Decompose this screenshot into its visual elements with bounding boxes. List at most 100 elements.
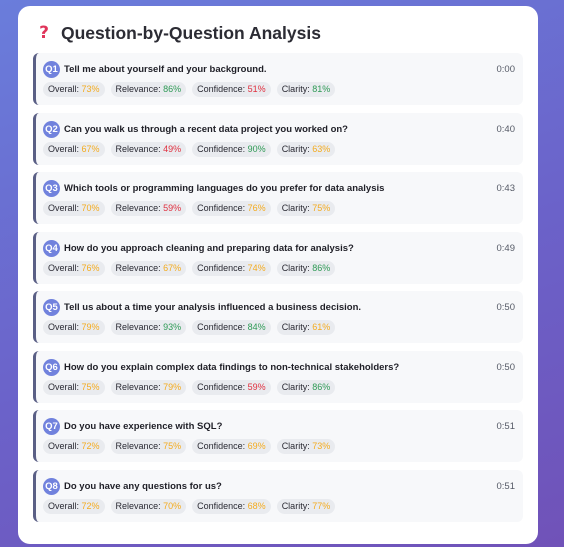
analysis-card: ? Question-by-Question Analysis Q1 Tell …	[18, 6, 538, 544]
question-number-badge: Q8	[43, 477, 60, 495]
question-text: How do you explain complex data findings…	[64, 361, 400, 373]
overall-value: 73%	[81, 84, 100, 94]
clarity-score-pill: Clarity: 61%	[276, 320, 336, 335]
score-row: Overall: 72% Relevance: 75% Confidence: …	[43, 439, 515, 454]
relevance-label: Relevance:	[115, 441, 161, 451]
clarity-score-pill: Clarity: 63%	[276, 141, 336, 157]
score-row: Overall: 73% Relevance: 86% Confidence: …	[43, 82, 515, 97]
question-header: Q3 Which tools or programming languages …	[43, 180, 515, 197]
question-header: Q2 Can you walk us through a recent data…	[43, 120, 515, 138]
confidence-score-pill: Confidence: 59%	[192, 379, 271, 395]
confidence-value: 51%	[247, 84, 266, 94]
score-row: Overall: 72% Relevance: 70% Confidence: …	[43, 498, 515, 514]
relevance-value: 70%	[163, 500, 182, 511]
question-item[interactable]: Q2 Can you walk us through a recent data…	[33, 112, 523, 165]
clarity-label: Clarity:	[281, 143, 310, 154]
relevance-label: Relevance:	[115, 500, 161, 511]
clarity-value: 73%	[312, 441, 331, 451]
relevance-value: 79%	[163, 381, 182, 392]
card-header: ? Question-by-Question Analysis	[33, 24, 523, 42]
relevance-score-pill: Relevance: 49%	[110, 141, 187, 157]
question-item[interactable]: Q8 Do you have any questions for us? 0:5…	[33, 469, 523, 522]
overall-score-pill: Overall: 70%	[43, 201, 105, 216]
overall-label: Overall:	[48, 381, 80, 392]
confidence-value: 84%	[247, 322, 266, 332]
confidence-value: 68%	[247, 500, 266, 511]
relevance-value: 67%	[163, 262, 182, 273]
clarity-label: Clarity:	[281, 441, 310, 451]
overall-value: 72%	[81, 500, 100, 511]
confidence-score-pill: Confidence: 68%	[192, 498, 271, 514]
confidence-label: Confidence:	[197, 84, 246, 94]
clarity-value: 63%	[312, 143, 331, 154]
overall-label: Overall:	[48, 203, 80, 213]
clarity-value: 61%	[312, 322, 331, 332]
clarity-label: Clarity:	[281, 84, 310, 94]
card-title: Question-by-Question Analysis	[61, 23, 321, 43]
clarity-value: 75%	[312, 203, 331, 213]
clarity-label: Clarity:	[281, 381, 310, 392]
question-number-badge: Q1	[43, 61, 60, 78]
question-item[interactable]: Q5 Tell us about a time your analysis in…	[33, 291, 523, 343]
overall-value: 72%	[81, 441, 100, 451]
confidence-value: 59%	[247, 381, 266, 392]
relevance-score-pill: Relevance: 75%	[110, 439, 187, 454]
confidence-label: Confidence:	[197, 143, 246, 154]
confidence-score-pill: Confidence: 51%	[192, 82, 271, 97]
confidence-label: Confidence:	[197, 322, 246, 332]
overall-value: 70%	[81, 203, 100, 213]
question-item[interactable]: Q6 How do you explain complex data findi…	[33, 350, 523, 403]
question-number-badge: Q7	[43, 418, 60, 435]
overall-label: Overall:	[48, 143, 80, 154]
clarity-score-pill: Clarity: 86%	[276, 379, 336, 395]
question-number-badge: Q6	[43, 358, 60, 376]
clarity-score-pill: Clarity: 81%	[276, 82, 336, 97]
question-item[interactable]: Q4 How do you approach cleaning and prep…	[33, 231, 523, 284]
relevance-score-pill: Relevance: 67%	[110, 260, 187, 276]
question-text: Tell us about a time your analysis influ…	[64, 302, 362, 313]
question-number-badge: Q4	[43, 239, 60, 257]
relevance-label: Relevance:	[115, 381, 161, 392]
clarity-value: 77%	[312, 500, 331, 511]
confidence-score-pill: Confidence: 90%	[192, 141, 271, 157]
overall-score-pill: Overall: 75%	[43, 379, 105, 395]
question-text: Do you have experience with SQL?	[64, 421, 223, 432]
relevance-value: 93%	[163, 322, 182, 332]
confidence-score-pill: Confidence: 69%	[192, 439, 271, 454]
relevance-score-pill: Relevance: 70%	[110, 498, 187, 514]
question-text: How do you approach cleaning and prepari…	[64, 242, 354, 254]
question-timestamp: 0:50	[496, 361, 516, 373]
overall-value: 76%	[81, 262, 100, 273]
overall-value: 67%	[81, 143, 100, 154]
clarity-score-pill: Clarity: 73%	[276, 439, 336, 454]
question-timestamp: 0:51	[496, 480, 516, 492]
question-item[interactable]: Q1 Tell me about yourself and your backg…	[33, 53, 523, 105]
relevance-label: Relevance:	[115, 84, 161, 94]
clarity-value: 86%	[312, 381, 331, 392]
question-timestamp: 0:50	[496, 302, 516, 313]
overall-label: Overall:	[48, 441, 80, 451]
clarity-value: 86%	[312, 262, 331, 273]
confidence-score-pill: Confidence: 74%	[192, 260, 271, 276]
question-item[interactable]: Q3 Which tools or programming languages …	[33, 172, 523, 224]
score-row: Overall: 70% Relevance: 59% Confidence: …	[43, 201, 515, 216]
overall-label: Overall:	[48, 84, 80, 94]
confidence-value: 74%	[247, 262, 266, 273]
relevance-value: 75%	[163, 441, 182, 451]
score-row: Overall: 76% Relevance: 67% Confidence: …	[43, 260, 515, 276]
confidence-value: 76%	[247, 203, 266, 213]
question-number-badge: Q3	[43, 180, 60, 197]
clarity-value: 81%	[312, 84, 331, 94]
relevance-label: Relevance:	[115, 143, 161, 154]
question-header: Q6 How do you explain complex data findi…	[43, 358, 516, 376]
confidence-score-pill: Confidence: 76%	[192, 201, 271, 216]
question-number-badge: Q2	[43, 120, 60, 138]
clarity-label: Clarity:	[281, 203, 310, 213]
overall-score-pill: Overall: 72%	[43, 498, 105, 514]
overall-score-pill: Overall: 67%	[43, 141, 105, 157]
question-item[interactable]: Q7 Do you have experience with SQL? 0:51…	[33, 410, 523, 462]
question-timestamp: 0:49	[496, 242, 516, 254]
relevance-score-pill: Relevance: 93%	[110, 320, 187, 335]
relevance-score-pill: Relevance: 79%	[110, 379, 187, 395]
confidence-label: Confidence:	[197, 262, 246, 273]
